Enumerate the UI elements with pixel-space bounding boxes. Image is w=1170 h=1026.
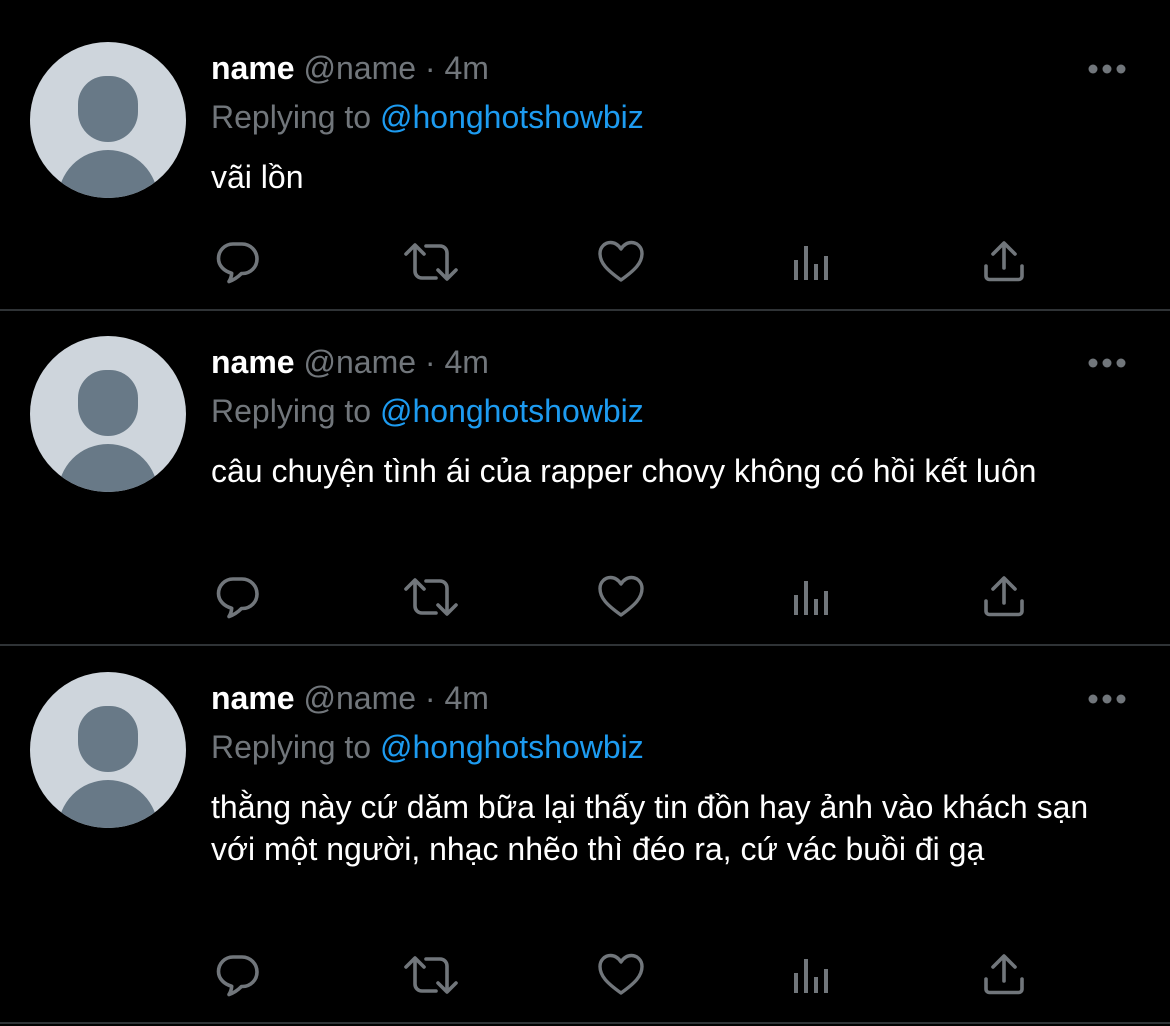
- separator-dot: ·: [424, 344, 436, 380]
- avatar-body-shape: [58, 150, 158, 198]
- replying-to-line: Replying to @honghotshowbiz: [211, 391, 644, 431]
- retweet-button[interactable]: [403, 573, 458, 621]
- reply-button[interactable]: [214, 951, 262, 999]
- timestamp[interactable]: 4m: [444, 680, 488, 716]
- tweet-text: vãi lồn: [211, 159, 304, 195]
- replying-to-line: Replying to @honghotshowbiz: [211, 727, 644, 767]
- retweet-icon: [404, 243, 458, 281]
- views-button[interactable]: [790, 951, 838, 999]
- avatar[interactable]: [30, 42, 186, 198]
- more-options-button[interactable]: [1088, 357, 1126, 369]
- tweet-3[interactable]: name @name · 4m Replying to @honghotshow…: [0, 646, 1170, 1022]
- replying-to-line: Replying to @honghotshowbiz: [211, 97, 644, 137]
- views-button[interactable]: [790, 573, 838, 621]
- retweet-icon: [404, 956, 458, 994]
- analytics-bars-icon: [794, 581, 828, 615]
- heart-icon: [598, 240, 644, 282]
- display-name[interactable]: name: [211, 344, 295, 380]
- reply-button[interactable]: [214, 238, 262, 286]
- replying-to-mention[interactable]: @honghotshowbiz: [380, 99, 644, 135]
- more-options-button[interactable]: [1088, 63, 1126, 75]
- like-button[interactable]: [597, 951, 645, 999]
- tweet-text: thằng này cứ dăm bữa lại thấy tin đồn ha…: [211, 789, 1089, 867]
- replying-to-mention[interactable]: @honghotshowbiz: [380, 729, 644, 765]
- avatar-head-shape: [78, 370, 138, 436]
- replying-to-mention[interactable]: @honghotshowbiz: [380, 393, 644, 429]
- retweet-icon: [404, 578, 458, 616]
- share-upload-icon: [984, 954, 1024, 995]
- separator-dot: ·: [424, 680, 436, 716]
- analytics-bars-icon: [794, 246, 828, 280]
- tweet-header: name @name · 4m: [211, 48, 489, 88]
- tweet-header: name @name · 4m: [211, 678, 489, 718]
- tweet-divider: [0, 1022, 1170, 1024]
- user-handle[interactable]: @name: [303, 680, 416, 716]
- retweet-button[interactable]: [403, 951, 458, 999]
- share-upload-icon: [984, 576, 1024, 617]
- timestamp[interactable]: 4m: [444, 344, 488, 380]
- more-horizontal-icon: [1088, 358, 1126, 368]
- more-horizontal-icon: [1088, 694, 1126, 704]
- tweet-2[interactable]: name @name · 4m Replying to @honghotshow…: [0, 311, 1170, 645]
- user-handle[interactable]: @name: [303, 50, 416, 86]
- replying-to-label: Replying to: [211, 99, 372, 135]
- display-name[interactable]: name: [211, 50, 295, 86]
- avatar[interactable]: [30, 336, 186, 492]
- retweet-button[interactable]: [403, 238, 458, 286]
- avatar-head-shape: [78, 76, 138, 142]
- tweet-text: câu chuyện tình ái của rapper chovy khôn…: [211, 453, 1037, 489]
- reply-bubble-icon: [216, 577, 259, 619]
- like-button[interactable]: [597, 238, 645, 286]
- share-button[interactable]: [980, 951, 1028, 999]
- tweet-actions: [0, 951, 1170, 999]
- display-name[interactable]: name: [211, 680, 295, 716]
- avatar[interactable]: [30, 672, 186, 828]
- reply-bubble-icon: [216, 242, 259, 284]
- share-button[interactable]: [980, 238, 1028, 286]
- heart-icon: [598, 953, 644, 995]
- avatar-head-shape: [78, 706, 138, 772]
- timestamp[interactable]: 4m: [444, 50, 488, 86]
- analytics-bars-icon: [794, 959, 828, 993]
- share-upload-icon: [984, 241, 1024, 282]
- avatar-body-shape: [58, 444, 158, 492]
- more-horizontal-icon: [1088, 64, 1126, 74]
- separator-dot: ·: [424, 50, 436, 86]
- user-handle[interactable]: @name: [303, 344, 416, 380]
- tweet-actions: [0, 573, 1170, 621]
- replying-to-label: Replying to: [211, 393, 372, 429]
- views-button[interactable]: [790, 238, 838, 286]
- tweet-header: name @name · 4m: [211, 342, 489, 382]
- replying-to-label: Replying to: [211, 729, 372, 765]
- heart-icon: [598, 575, 644, 617]
- share-button[interactable]: [980, 573, 1028, 621]
- like-button[interactable]: [597, 573, 645, 621]
- tweet-1[interactable]: name @name · 4m Replying to @honghotshow…: [0, 0, 1170, 310]
- reply-button[interactable]: [214, 573, 262, 621]
- more-options-button[interactable]: [1088, 693, 1126, 705]
- reply-bubble-icon: [216, 955, 259, 997]
- avatar-body-shape: [58, 780, 158, 828]
- tweet-actions: [0, 238, 1170, 286]
